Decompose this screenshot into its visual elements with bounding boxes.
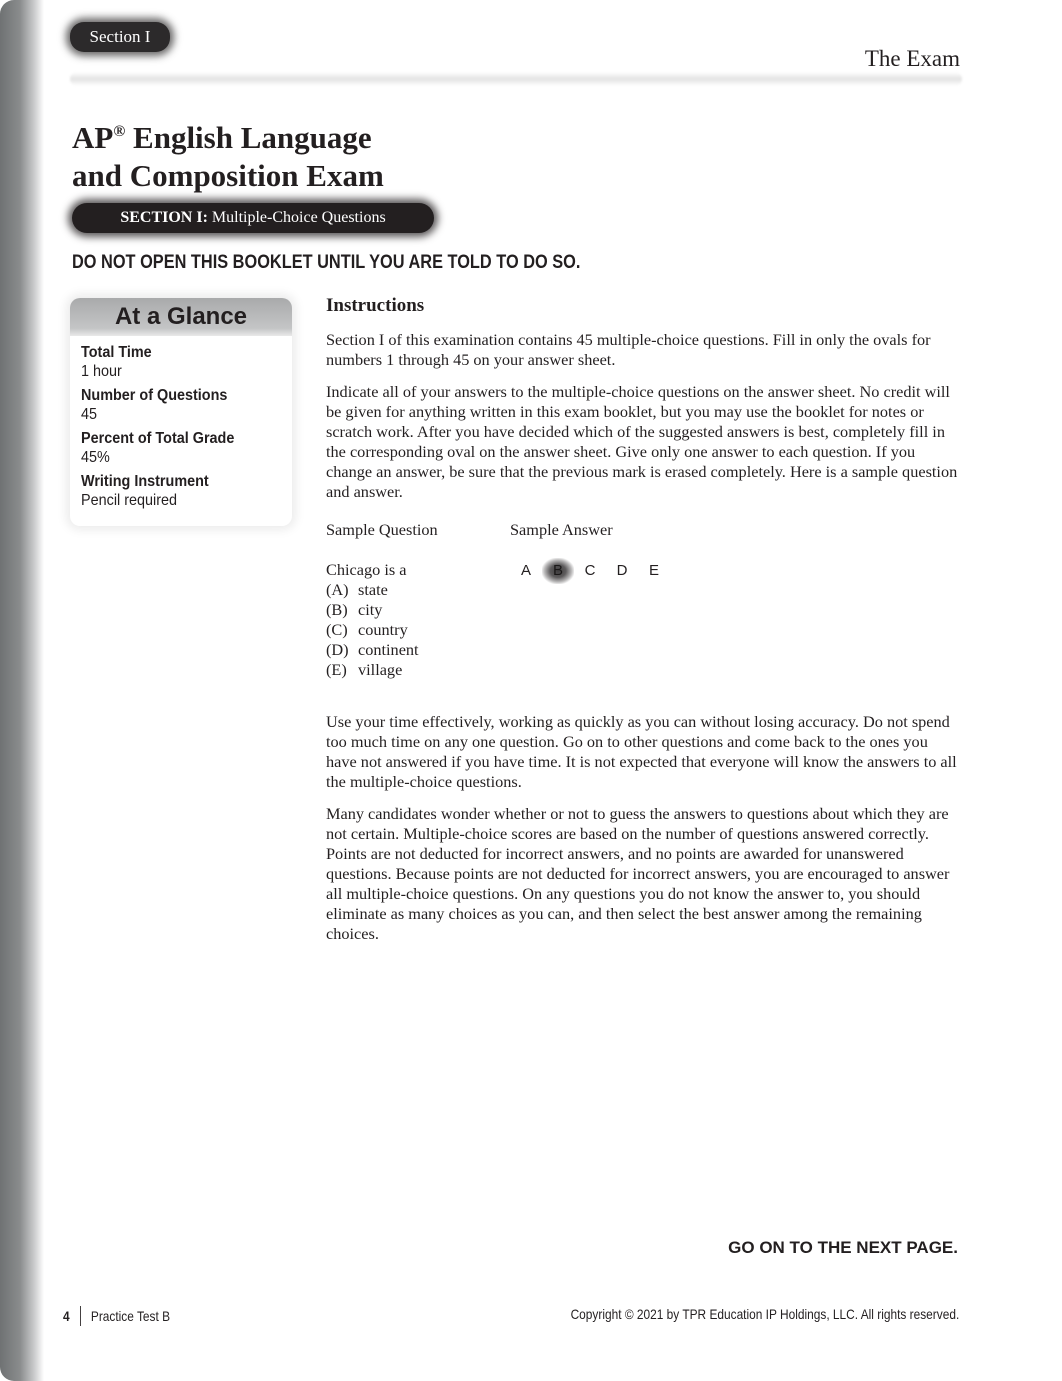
choice-text: village <box>358 660 403 679</box>
at-a-glance-box: At a Glance Total Time 1 hour Number of … <box>70 298 292 526</box>
sample-choice: (D) continent <box>326 640 419 660</box>
at-a-glance-body: Total Time 1 hour Number of Questions 45… <box>70 336 292 510</box>
at-a-glance-title: At a Glance <box>70 298 292 336</box>
sample-choice: (A) state <box>326 580 419 600</box>
choice-letter: (C) <box>326 620 348 639</box>
instructions-paragraph: Many candidates wonder whether or not to… <box>326 804 950 943</box>
instructions-paragraph: Section I of this examination contains 4… <box>326 330 931 369</box>
title-line-1-rest: English Language <box>125 120 372 155</box>
answer-bubble-b: B <box>542 558 574 584</box>
page-edge-tab <box>0 0 44 1381</box>
choice-letter: (D) <box>326 640 349 659</box>
sample-choice: (C) country <box>326 620 419 640</box>
instructions-column: Instructions Section I of this examinati… <box>326 294 960 956</box>
title-line-1: AP® English Language <box>72 113 384 157</box>
glance-item: Writing Instrument Pencil required <box>81 472 292 510</box>
choice-letter: (E) <box>326 660 347 679</box>
section-tab: Section I <box>70 22 170 52</box>
title-line-2: and Composition Exam <box>72 158 384 193</box>
glance-label: Percent of Total Grade <box>81 430 235 447</box>
sample-block: Sample Question Sample Answer Chicago is… <box>326 520 960 700</box>
choice-letter: (A) <box>326 580 349 599</box>
sample-answer-label: Sample Answer <box>510 520 613 539</box>
answer-bubble-c: C <box>584 562 596 579</box>
choice-text: continent <box>358 640 419 659</box>
sample-answer-bubbles: A B C D E <box>510 558 670 584</box>
section-bar-text: Multiple-Choice Questions <box>207 209 386 226</box>
section-bar-label: SECTION I: <box>120 209 208 226</box>
glance-label: Writing Instrument <box>81 473 209 490</box>
glance-value: Pencil required <box>81 492 178 509</box>
instructions-paragraph: Use your time effectively, working as qu… <box>326 712 957 791</box>
answer-bubble-a: A <box>520 562 531 579</box>
answer-bubble-d: D <box>616 562 628 579</box>
header-rule <box>70 72 962 86</box>
choice-text: state <box>358 580 388 599</box>
page-footer-left: 4 Practice Test B <box>63 1306 170 1326</box>
sample-question-stem: Chicago is a <box>326 560 407 579</box>
go-on-notice: GO ON TO THE NEXT PAGE. <box>728 1238 958 1257</box>
sample-question-label: Sample Question <box>326 520 438 539</box>
glance-label: Total Time <box>81 344 152 361</box>
glance-label: Number of Questions <box>81 387 228 404</box>
running-head: The Exam <box>864 46 960 71</box>
glance-value: 1 hour <box>81 363 122 380</box>
glance-value: 45% <box>81 449 110 466</box>
choice-text: country <box>358 620 408 639</box>
footer-divider <box>79 1306 81 1326</box>
answer-bubble-e: E <box>648 562 659 579</box>
section-bar: SECTION I: Multiple-Choice Questions <box>72 203 434 233</box>
glance-value: 45 <box>81 406 98 423</box>
warning-text: DO NOT OPEN THIS BOOKLET UNTIL YOU ARE T… <box>72 252 581 273</box>
page-title: AP® English Language and Composition Exa… <box>72 113 384 195</box>
choice-letter: (B) <box>326 600 348 619</box>
title-ap: AP <box>72 120 114 155</box>
instructions-heading: Instructions <box>326 295 425 316</box>
glance-item: Total Time 1 hour <box>81 343 292 381</box>
book-title: Practice Test B <box>90 1308 171 1324</box>
instructions-paragraph: Indicate all of your answers to the mult… <box>326 382 958 501</box>
page-number: 4 <box>63 1308 70 1324</box>
glance-item: Percent of Total Grade 45% <box>81 429 292 467</box>
glance-item: Number of Questions 45 <box>81 386 292 424</box>
choice-text: city <box>358 600 383 619</box>
copyright-notice: Copyright © 2021 by TPR Education IP Hol… <box>570 1306 959 1322</box>
registered-mark: ® <box>113 123 126 140</box>
sample-choice: (E) village <box>326 660 419 680</box>
sample-question: Chicago is a (A) state (B) city (C) country… <box>326 560 419 680</box>
sample-choice: (B) city <box>326 600 419 620</box>
